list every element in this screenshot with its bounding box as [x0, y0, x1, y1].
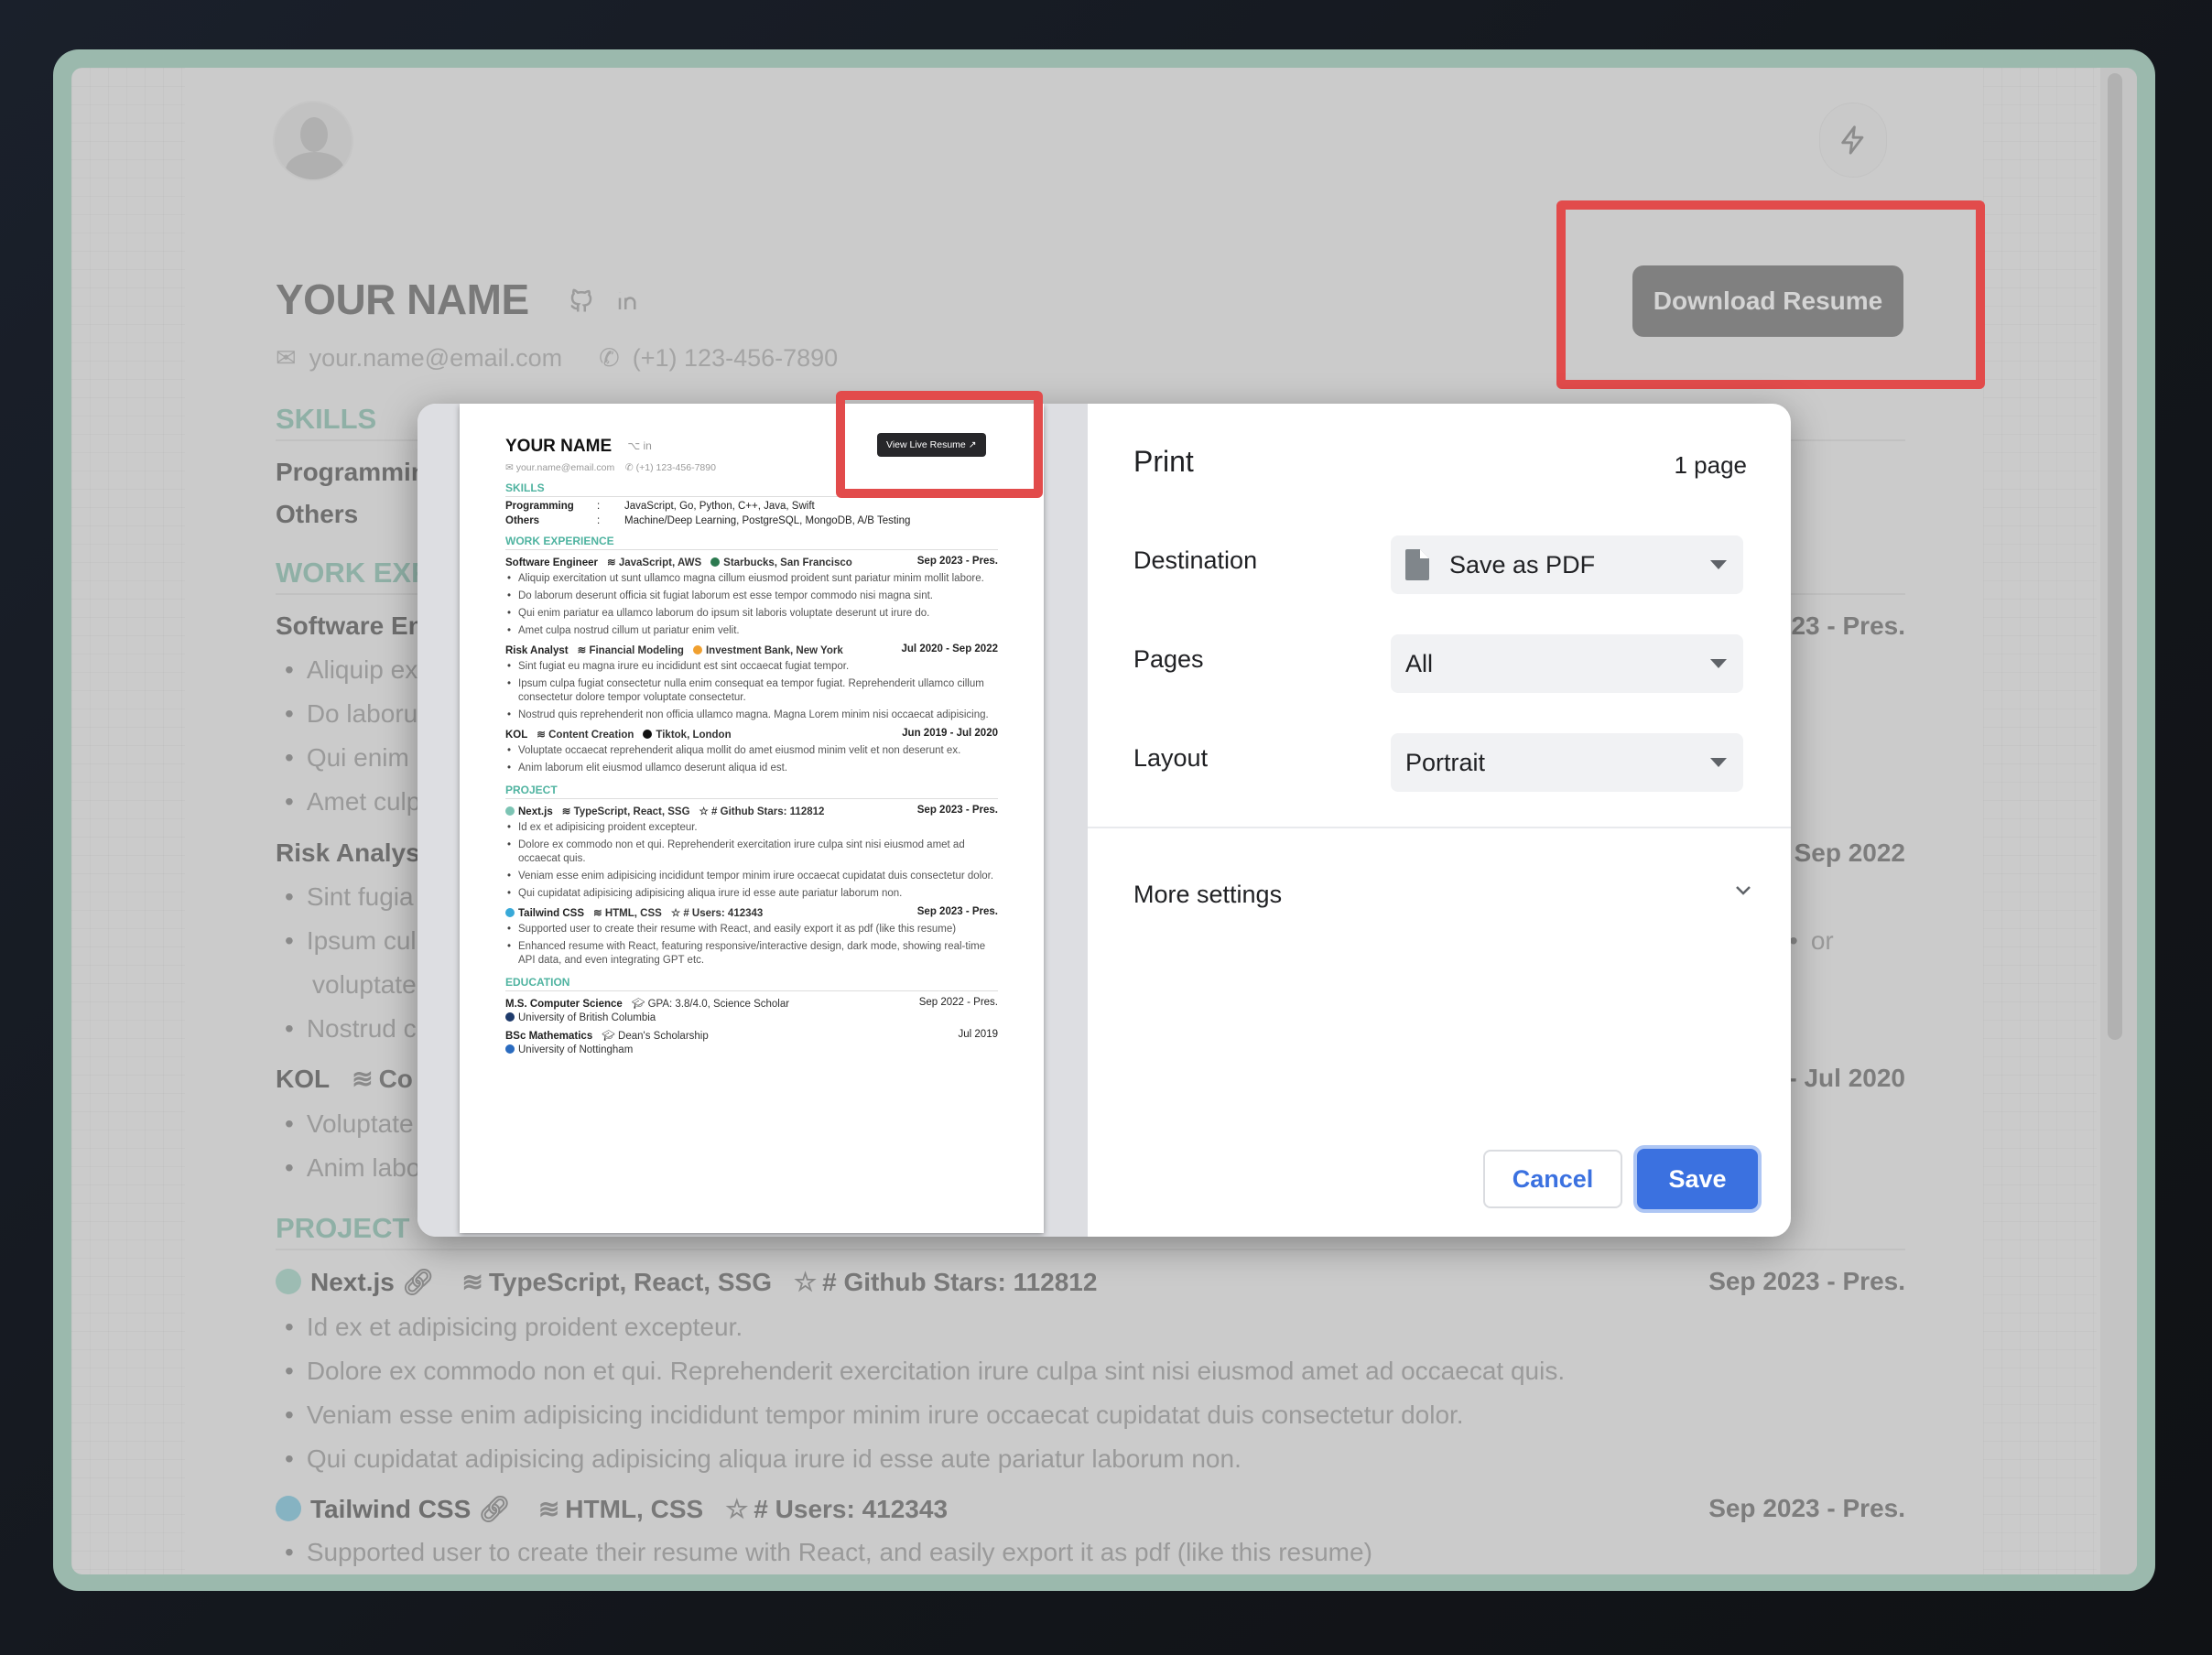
dropdown-arrow-icon — [1710, 758, 1727, 767]
bolt-icon — [1841, 125, 1864, 155]
bullet: Id ex et adipisicing proident excepteur. — [285, 1313, 743, 1342]
preview-school: University of Nottingham — [505, 1044, 998, 1055]
bullet: Aliquip ex — [285, 655, 417, 685]
preview-project-row: Next.js ≋ TypeScript, React, SSG ☆ # Githu… — [505, 805, 998, 817]
bullet: Anim labo — [285, 1153, 421, 1183]
preview-section-education: EDUCATION — [505, 976, 998, 991]
bullet: Voluptate — [285, 1109, 414, 1139]
print-preview-page: YOUR NAME ⌥ in ✉ your.name@email.com ✆ (… — [460, 404, 1044, 1233]
preview-education-row: M.S. Computer Science 🎓︎ GPA: 3.8/4.0, Sc… — [505, 997, 998, 1010]
bullet: Dolore ex commodo non et qui. Reprehende… — [285, 1357, 1565, 1386]
linkedin-icon[interactable] — [615, 286, 643, 315]
preview-bullet: Nostrud quis reprehenderit non officia u… — [505, 709, 998, 722]
save-button[interactable]: Save — [1637, 1149, 1758, 1209]
link-icon[interactable]: 🔗︎ — [478, 1495, 511, 1523]
preview-work-row: KOL ≋ Content Creation Tiktok, London Jun 2… — [505, 728, 998, 741]
preview-bullet: Veniam esse enim adipisicing incididunt … — [505, 870, 998, 883]
project-row: Next.js 🔗︎ ≋ TypeScript, React, SSG ☆ # Githu… — [276, 1267, 1905, 1297]
preview-section-work: WORK EXPERIENCE — [505, 535, 998, 550]
preview-bullet: Qui enim pariatur ea ullamco laborum do … — [505, 607, 998, 621]
layers-icon: ≋ — [461, 1268, 483, 1296]
email-link[interactable]: your.name@email.com — [309, 344, 563, 372]
dropdown-arrow-icon — [1710, 659, 1727, 668]
social-links — [568, 286, 643, 315]
preview-bullet: Anim laborum elit eiusmod ullamco deseru… — [505, 762, 998, 775]
bullet-fragment: or — [1789, 926, 1834, 956]
theme-toggle-button[interactable] — [1819, 103, 1887, 178]
layers-icon: ≋ — [537, 1495, 560, 1523]
dropdown-arrow-icon — [1710, 560, 1727, 569]
page-count: 1 page — [1674, 451, 1747, 479]
preview-bullet: Amet culpa nostrud cillum ut pariatur en… — [505, 624, 998, 638]
mail-icon: ✉ — [276, 344, 297, 372]
highlight-download — [1556, 200, 1985, 389]
resume-name: YOUR NAME — [276, 276, 529, 323]
preview-bullet: Qui cupidatat adipisicing adipisicing al… — [505, 887, 998, 901]
print-dialog: YOUR NAME ⌥ in ✉ your.name@email.com ✆ (… — [417, 404, 1791, 1237]
bullet-continued: voluptate — [312, 970, 417, 999]
preview-bullet: Ipsum culpa fugiat consectetur nulla eni… — [505, 677, 998, 705]
print-title: Print — [1133, 445, 1194, 478]
bullet: Qui cupidatat adipisicing adipisicing al… — [285, 1444, 1242, 1474]
layout-select[interactable]: Portrait — [1391, 733, 1743, 792]
preview-project-row: Tailwind CSS ≋ HTML, CSS ☆ # Users: 412343… — [505, 906, 998, 919]
preview-social-icons: ⌥ in — [627, 439, 652, 452]
preview-bullet: Supported user to create their resume wi… — [505, 923, 998, 936]
cancel-button[interactable]: Cancel — [1483, 1150, 1622, 1208]
link-icon[interactable]: 🔗︎ — [402, 1268, 435, 1296]
tailwind-logo — [276, 1496, 301, 1521]
more-settings-toggle[interactable]: More settings — [1133, 881, 1282, 909]
print-settings-panel: Print 1 page Destination Save as PDF Pag… — [1088, 404, 1791, 1237]
phone-link[interactable]: (+1) 123-456-7890 — [633, 344, 838, 372]
preview-bullet: Dolore ex commodo non et qui. Reprehende… — [505, 838, 998, 866]
preview-bullet: Enhanced resume with React, featuring re… — [505, 940, 998, 968]
chevron-down-icon[interactable] — [1732, 880, 1754, 902]
preview-bullet: Voluptate occaecat reprehenderit aliqua … — [505, 744, 998, 758]
preview-work-row: Software Engineer ≋ JavaScript, AWS Starbu… — [505, 556, 998, 568]
preview-school: University of British Columbia — [505, 1012, 998, 1023]
bullet: Do laboru — [285, 699, 417, 729]
preview-bullet: Do laborum deserunt officia sit fugiat l… — [505, 590, 998, 603]
preview-name: YOUR NAME — [505, 437, 613, 456]
nextjs-logo — [276, 1269, 301, 1294]
github-icon[interactable] — [568, 286, 595, 315]
preview-bullet: Aliquip exercitation ut sunt ullamco mag… — [505, 572, 998, 586]
document-icon — [1405, 549, 1429, 580]
pages-label: Pages — [1133, 645, 1204, 673]
bullet: Sint fugia — [285, 882, 414, 912]
contact-info: ✉ your.name@email.com ✆ (+1) 123-456-7890 — [276, 344, 838, 373]
star-icon: ☆ — [793, 1268, 818, 1296]
layers-icon: ≋ — [352, 1065, 374, 1093]
bullet: Nostrud c — [285, 1014, 417, 1044]
preview-bullet: Sint fugiat eu magna irure eu incididunt… — [505, 660, 998, 674]
destination-select[interactable]: Save as PDF — [1391, 535, 1743, 594]
preview-skill-row: Programming: JavaScript, Go, Python, C++,… — [505, 501, 815, 512]
bullet: Amet culp — [285, 787, 421, 817]
preview-skill-row: Others: Machine/Deep Learning, PostgreSQL… — [505, 515, 911, 526]
preview-work-row: Risk Analyst ≋ Financial Modeling Investme… — [505, 644, 998, 656]
star-icon: ☆ — [725, 1495, 749, 1523]
bullet: Ipsum cul — [285, 926, 417, 956]
bullet: Veniam esse enim adipisicing incididunt … — [285, 1401, 1464, 1430]
avatar — [273, 101, 353, 181]
preview-education-row: BSc Mathematics 🎓︎ Dean's Scholarship Jul … — [505, 1029, 998, 1042]
phone-icon: ✆ — [599, 344, 620, 372]
divider — [1088, 827, 1791, 828]
destination-label: Destination — [1133, 546, 1258, 574]
layout-label: Layout — [1133, 744, 1209, 772]
project-row: Tailwind CSS 🔗︎ ≋ HTML, CSS ☆ # Users: 412343… — [276, 1494, 1905, 1524]
highlight-view-live — [836, 391, 1043, 498]
pages-select[interactable]: All — [1391, 634, 1743, 693]
print-preview-pane: YOUR NAME ⌥ in ✉ your.name@email.com ✆ (… — [417, 404, 1088, 1237]
preview-bullet: Id ex et adipisicing proident excepteur. — [505, 821, 998, 835]
bullet: Qui enim — [285, 743, 409, 773]
preview-section-project: PROJECT — [505, 784, 998, 799]
bullet: Supported user to create their resume wi… — [285, 1538, 1372, 1567]
